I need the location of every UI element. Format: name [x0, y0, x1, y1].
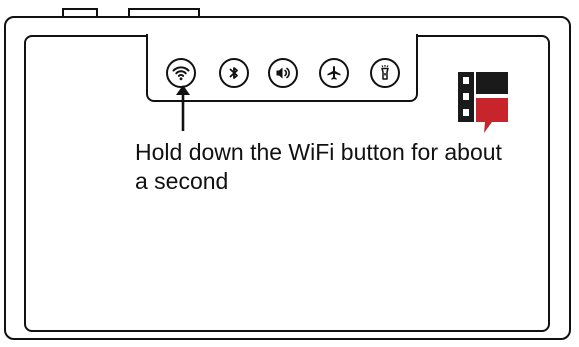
flashlight-button[interactable]	[370, 58, 400, 88]
bluetooth-icon	[229, 67, 238, 79]
film-speech-logo	[458, 72, 508, 133]
wifi-icon	[172, 66, 190, 81]
airplane-mode-button[interactable]	[319, 58, 349, 88]
flashlight-icon	[381, 65, 389, 80]
airplane-icon	[327, 66, 341, 80]
pointer-arrow	[176, 85, 190, 131]
bluetooth-button[interactable]	[219, 58, 249, 88]
volume-icon	[276, 67, 290, 79]
instruction-text: Hold down the WiFi button for about a se…	[135, 139, 502, 194]
volume-button[interactable]	[268, 58, 298, 88]
